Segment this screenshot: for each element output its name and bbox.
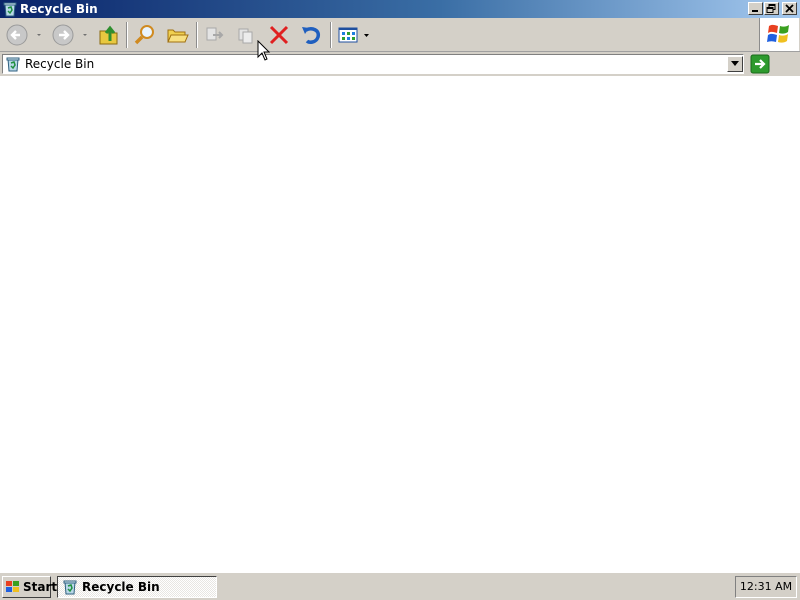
window-title: Recycle Bin — [20, 2, 98, 16]
go-arrow-icon — [750, 54, 770, 74]
recycle-bin-icon — [63, 580, 77, 595]
windows-logo-box — [759, 18, 799, 51]
start-label: Start — [23, 580, 58, 594]
move-to-button[interactable] — [202, 22, 228, 48]
address-dropdown-button[interactable] — [727, 56, 743, 72]
close-icon — [785, 4, 794, 13]
restore-icon — [766, 4, 776, 13]
toolbar-separator — [196, 22, 198, 48]
go-button[interactable] — [750, 54, 770, 74]
dropdown-arrow-icon — [731, 61, 739, 66]
address-field[interactable]: Recycle Bin — [25, 57, 94, 71]
file-list-view[interactable] — [0, 76, 800, 572]
restore-button[interactable] — [764, 2, 779, 15]
minimize-button[interactable] — [748, 2, 763, 15]
windows-flag-icon — [6, 581, 19, 592]
up-button[interactable] — [96, 22, 122, 48]
back-arrow-icon — [6, 24, 28, 46]
folder-up-icon — [99, 25, 118, 45]
undo-icon — [302, 27, 321, 44]
recycle-bin-icon — [2, 1, 18, 17]
back-history-dropdown[interactable] — [34, 22, 44, 48]
search-icon — [134, 25, 154, 45]
taskbar: Start Recycle Bin 12:31 AM — [0, 572, 800, 600]
address-combobox[interactable]: Recycle Bin — [2, 54, 744, 74]
explorer-window: Recycle Bin Recycle Bin — [0, 0, 800, 572]
standard-toolbar — [0, 18, 800, 52]
views-button[interactable] — [336, 22, 362, 48]
views-icon — [338, 27, 358, 43]
minimize-icon — [752, 10, 758, 12]
title-bar[interactable]: Recycle Bin — [0, 0, 800, 18]
forward-arrow-icon — [52, 24, 74, 46]
views-dropdown[interactable] — [362, 22, 372, 48]
dropdown-arrow-icon — [83, 34, 87, 36]
folders-button[interactable] — [164, 22, 190, 48]
search-button[interactable] — [132, 22, 158, 48]
windows-logo-icon — [767, 24, 789, 43]
clock[interactable]: 12:31 AM — [736, 580, 796, 594]
taskbar-item-label: Recycle Bin — [82, 580, 160, 594]
folders-icon — [167, 29, 189, 43]
undo-button[interactable] — [298, 22, 324, 48]
recycle-bin-icon — [5, 56, 21, 72]
close-button[interactable] — [782, 2, 797, 15]
back-button[interactable] — [4, 22, 30, 48]
toolbar-separator — [330, 22, 332, 48]
forward-history-dropdown[interactable] — [80, 22, 90, 48]
move-to-icon — [206, 27, 224, 41]
toolbar-separator — [126, 22, 128, 48]
dropdown-arrow-icon — [364, 34, 369, 37]
start-button[interactable]: Start — [2, 576, 57, 598]
taskbar-item-recycle-bin[interactable]: Recycle Bin — [57, 576, 217, 598]
address-bar: Recycle Bin — [0, 52, 800, 76]
dropdown-arrow-icon — [37, 34, 41, 36]
system-tray: 12:31 AM — [735, 576, 797, 598]
forward-button[interactable] — [50, 22, 76, 48]
mouse-cursor-icon — [257, 40, 271, 61]
